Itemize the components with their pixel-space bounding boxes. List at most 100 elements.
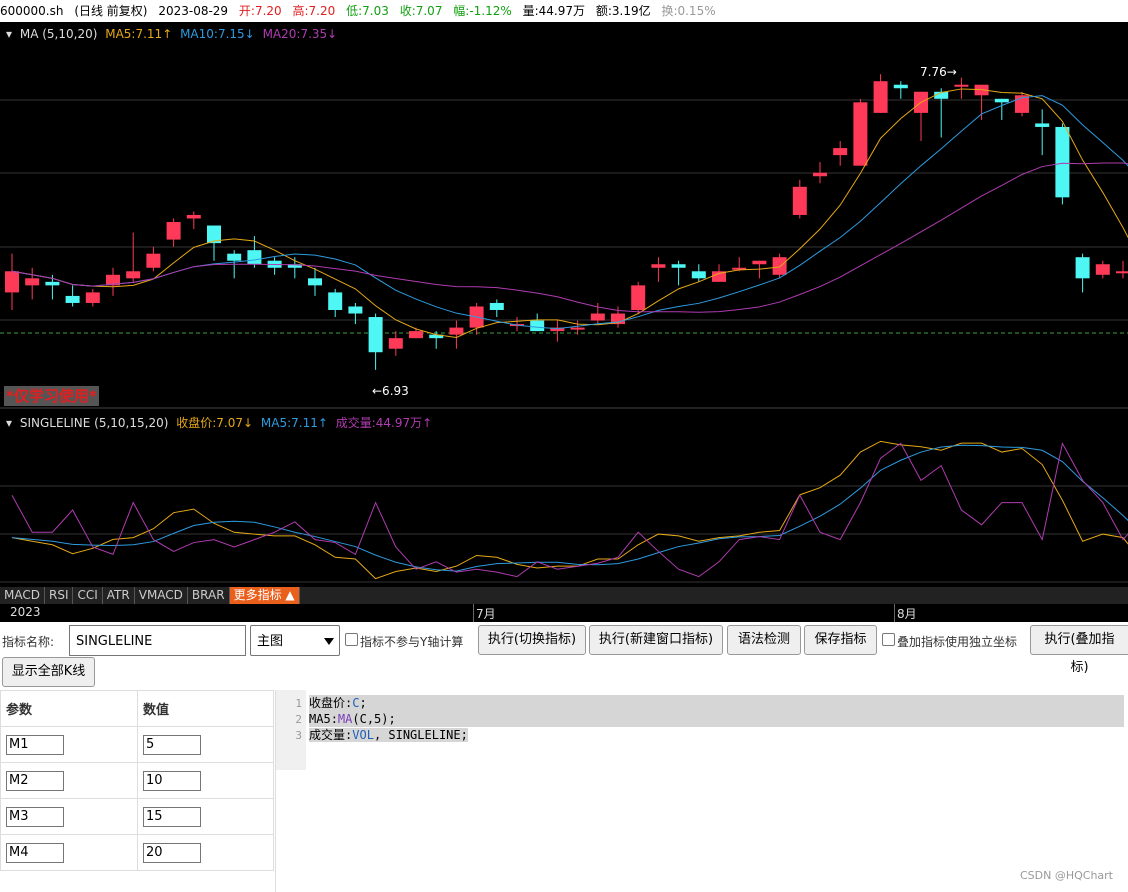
param-value-input[interactable]: 5 xyxy=(143,734,201,755)
open-price: 开:7.20 xyxy=(238,4,282,18)
chart-area[interactable]: 7.76→ ←6.93 600000.sh (日线 前复权) 2023-08-29… xyxy=(0,0,1128,622)
close-price: 收:7.07 xyxy=(399,4,443,18)
param-name-cell: M3 xyxy=(0,798,138,835)
code-token: ; xyxy=(359,696,367,710)
candle-body xyxy=(590,313,605,321)
symbol: 600000.sh xyxy=(0,4,64,18)
candle-body xyxy=(873,81,888,113)
line-number: 1 xyxy=(295,697,302,710)
show-all-kline-button[interactable]: 显示全部K线 xyxy=(2,657,95,687)
line-number: 2 xyxy=(295,713,302,726)
param-value-input[interactable]: 15 xyxy=(143,806,201,827)
candle-body xyxy=(530,320,545,332)
code-token: MA xyxy=(337,712,353,726)
param-value-cell: 5 xyxy=(137,726,274,763)
candle-body xyxy=(348,306,363,314)
code-editor[interactable]: 1 2 3 收盘价:C; MA5:MA(C,5); 成交量:VOL, SINGL… xyxy=(275,690,1128,892)
ma-indicator-title[interactable]: ▾ MA (5,10,20) MA5:7.11↑ MA10:7.15↓ MA20… xyxy=(6,27,341,41)
chart-type-value: 主图 xyxy=(257,634,284,649)
tab-brar[interactable]: BRAR xyxy=(188,587,230,604)
chart-type-select[interactable]: 主图 xyxy=(250,625,340,656)
tab-more-indicators[interactable]: 更多指标 ▲ xyxy=(229,587,300,604)
candle-body xyxy=(893,84,908,89)
x-axis: 2023 7月 8月 xyxy=(0,604,1128,622)
turnover: 换:0.15% xyxy=(661,4,716,18)
volume: 量:44.97万 xyxy=(522,4,586,18)
code-token: , SINGLELINE; xyxy=(373,728,468,742)
code-token: 成交量 xyxy=(309,728,346,742)
code-token: 收盘价 xyxy=(309,696,346,710)
candle-body xyxy=(409,331,423,339)
save-indicator-button[interactable]: 保存指标 xyxy=(804,625,877,655)
candle-body xyxy=(631,285,646,310)
indicator-name-label: 指标名称: xyxy=(2,635,55,649)
table-row: M4 20 xyxy=(0,834,274,871)
no-yaxis-label: 指标不参与Y轴计算 xyxy=(360,635,464,649)
candle-body xyxy=(833,148,848,156)
line-number: 3 xyxy=(295,729,302,742)
tab-vmacd[interactable]: VMACD xyxy=(135,587,188,604)
ma-name: MA (5,10,20) xyxy=(19,27,98,41)
x-label-2023: 2023 xyxy=(10,605,41,619)
syntax-check-button[interactable]: 语法检测 xyxy=(727,625,801,655)
code-token: VOL xyxy=(352,728,374,742)
candle-body xyxy=(328,292,343,310)
candle-body xyxy=(247,250,262,265)
candle-body xyxy=(85,292,100,303)
chevron-down-icon xyxy=(324,638,334,645)
code-token: ; xyxy=(388,712,396,726)
amount: 额:3.19亿 xyxy=(595,4,651,18)
tab-macd[interactable]: MACD xyxy=(0,587,45,604)
candle-body xyxy=(853,102,868,166)
tab-cci[interactable]: CCI xyxy=(73,587,103,604)
x-tick xyxy=(894,604,895,622)
credit-text: CSDN @HQChart xyxy=(1019,869,1113,882)
candle-body xyxy=(126,271,141,279)
param-name-input[interactable]: M4 xyxy=(6,842,64,863)
candle-body xyxy=(1075,257,1090,279)
chevron-down-icon[interactable]: ▾ xyxy=(6,416,12,430)
code-line-1[interactable]: 收盘价:C; xyxy=(309,695,1124,711)
candle-body xyxy=(752,260,767,265)
candle-body xyxy=(772,257,787,275)
high-price: 高:7.20 xyxy=(292,4,336,18)
candle-body xyxy=(45,281,60,286)
candle-body xyxy=(308,278,322,286)
params-header-value: 数值 xyxy=(137,690,274,727)
param-value-cell: 15 xyxy=(137,798,274,835)
ma10-value: MA10:7.15↓ xyxy=(180,27,255,41)
tab-rsi[interactable]: RSI xyxy=(45,587,74,604)
param-value-input[interactable]: 10 xyxy=(143,770,201,791)
execute-overlay-button[interactable]: 执行(叠加指标) xyxy=(1030,625,1128,675)
kline-chart[interactable]: 7.76→ ←6.93 xyxy=(0,0,1128,622)
date: 2023-08-29 xyxy=(158,4,229,18)
param-value-input[interactable]: 20 xyxy=(143,842,201,863)
candle-body xyxy=(1035,123,1050,127)
candle-body xyxy=(227,253,242,261)
candle-body xyxy=(671,264,686,268)
param-name-input[interactable]: M3 xyxy=(6,806,64,827)
param-value-cell: 20 xyxy=(137,834,274,871)
chevron-down-icon[interactable]: ▾ xyxy=(6,27,12,41)
watermark: *仅学习使用* xyxy=(4,386,99,406)
sub-close-line xyxy=(11,440,1128,580)
code-line-3[interactable]: 成交量:VOL, SINGLELINE; xyxy=(309,727,468,743)
candle-body xyxy=(651,264,666,268)
candle-body xyxy=(25,278,40,286)
singleline-indicator-title[interactable]: ▾ SINGLELINE (5,10,15,20) 收盘价:7.07↓ MA5:… xyxy=(6,414,436,431)
candle-body xyxy=(65,295,80,303)
indicator-name-input[interactable]: SINGLELINE xyxy=(69,625,246,656)
tab-atr[interactable]: ATR xyxy=(103,587,135,604)
overlay-independent-checkbox[interactable] xyxy=(882,633,895,646)
execute-switch-button[interactable]: 执行(切换指标) xyxy=(478,625,586,655)
candle-body xyxy=(5,271,19,293)
candle-body xyxy=(449,327,464,335)
execute-new-window-button[interactable]: 执行(新建窗口指标) xyxy=(589,625,723,655)
code-line-2[interactable]: MA5:MA(C,5); xyxy=(309,711,1124,727)
candle-body xyxy=(186,214,201,219)
param-name-input[interactable]: M2 xyxy=(6,770,64,791)
low-annotation: ←6.93 xyxy=(372,384,409,398)
param-name-input[interactable]: M1 xyxy=(6,734,64,755)
no-yaxis-checkbox[interactable] xyxy=(345,633,358,646)
sub-volume-line xyxy=(11,441,1128,578)
